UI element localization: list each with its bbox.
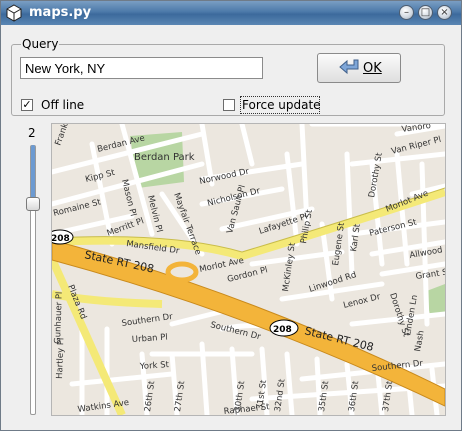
zoom-slider-fill [31,145,35,205]
zoom-level-label: 2 [28,126,36,140]
highway-shield: 208 [52,229,74,245]
cube-icon [5,4,23,22]
zoom-slider-handle[interactable] [26,197,40,211]
map-view[interactable]: 208 208 Berdan Park State RT 208 State R… [51,123,446,416]
return-arrow-icon [338,58,360,82]
force-update-label[interactable]: Force update [242,98,321,112]
street-label: Gunhauer Pl [53,292,65,345]
window-title: maps.py [29,5,92,20]
title-bar[interactable]: maps.py – □ × [1,1,461,25]
ok-button[interactable]: OK [317,53,401,83]
app-window: maps.py – □ × Query OK ✓ Off line Force … [0,0,462,431]
offline-label: Off line [41,98,85,112]
minimize-button[interactable]: – [399,5,414,20]
park-label: Berdan Park [134,152,195,163]
highway-shield: 208 [269,319,299,337]
ok-label: OK [363,61,382,76]
minimize-icon: – [404,7,409,18]
street-label: York St [139,360,170,372]
shield-label: 208 [273,325,292,335]
query-input[interactable] [20,57,263,79]
query-group-label: Query [21,37,60,51]
map-canvas[interactable]: 208 208 Berdan Park State RT 208 State R… [52,124,445,415]
svg-text:208: 208 [52,234,70,244]
force-update-checkbox[interactable] [223,99,235,111]
close-icon: × [440,7,449,18]
maximize-button[interactable]: □ [418,5,433,20]
maximize-icon: □ [420,7,431,18]
street-label: Hartley Pl [55,338,66,380]
offline-checkbox[interactable]: ✓ [21,99,33,111]
close-button[interactable]: × [437,5,452,20]
